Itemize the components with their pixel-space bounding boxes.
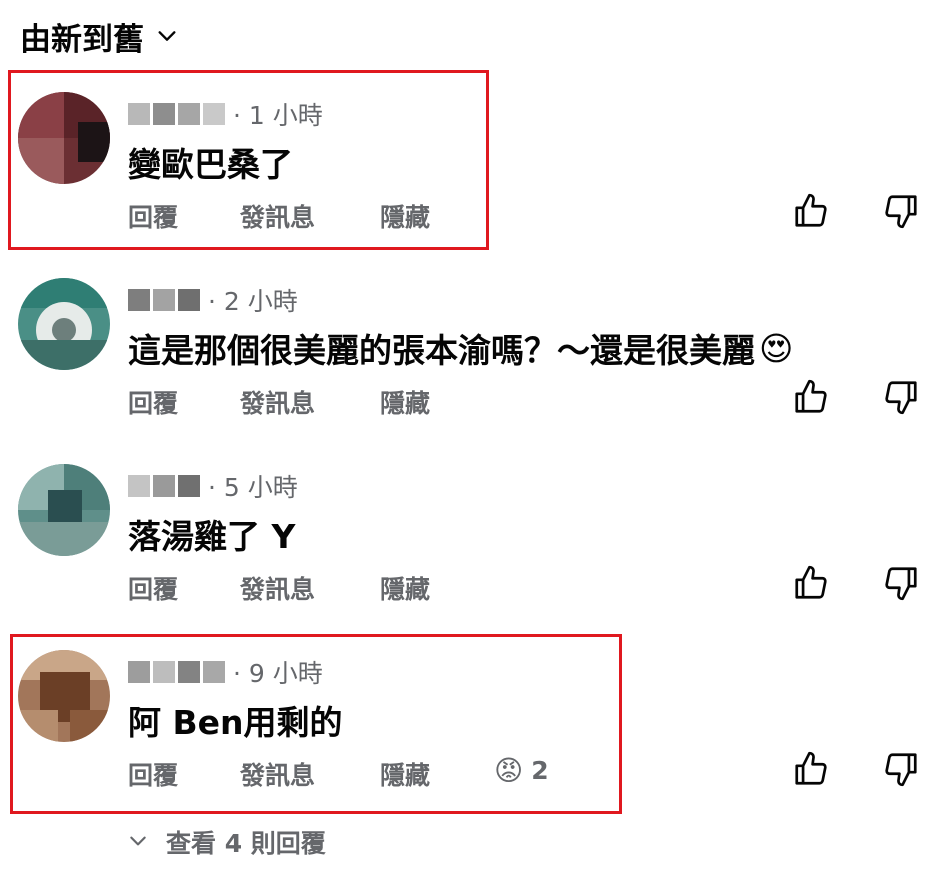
commenter-name-blurred[interactable] — [128, 661, 225, 683]
chevron-down-icon — [128, 828, 148, 857]
avatar[interactable] — [18, 464, 110, 556]
comment-item: · 5 小時 落湯雞了 Y 回覆 發訊息 隱藏 — [0, 444, 946, 624]
commenter-name-blurred[interactable] — [128, 475, 200, 497]
hide-button[interactable]: 隱藏 — [380, 570, 430, 606]
comment-time: · 1 小時 — [233, 101, 323, 130]
commenter-name-blurred[interactable] — [128, 289, 200, 311]
reply-button[interactable]: 回覆 — [128, 756, 178, 792]
thumbs-up-icon[interactable] — [792, 192, 830, 230]
commenter-name-blurred[interactable] — [128, 103, 225, 125]
comment-text: 變歐巴桑了 — [128, 145, 293, 184]
thumbs-up-icon[interactable] — [792, 750, 830, 788]
message-button[interactable]: 發訊息 — [240, 756, 315, 792]
comment-item: · 2 小時 這是那個很美麗的張本渝嗎？～還是很美麗 😍 回覆 發訊息 隱藏 — [0, 258, 946, 438]
comment-time: · 2 小時 — [208, 287, 298, 316]
angry-reaction-icon: 😡 — [494, 754, 524, 787]
comment-text: 落湯雞了 Y — [128, 517, 296, 556]
reply-button[interactable]: 回覆 — [128, 570, 178, 606]
thumbs-down-icon[interactable] — [882, 192, 920, 230]
avatar[interactable] — [18, 650, 110, 742]
comment-text: 這是那個很美麗的張本渝嗎？～還是很美麗 — [128, 331, 755, 370]
message-button[interactable]: 發訊息 — [240, 198, 315, 234]
heart-eyes-emoji: 😍 — [759, 328, 794, 368]
comment-text: 阿 Ben用剩的 — [128, 703, 343, 742]
thumbs-down-icon[interactable] — [882, 378, 920, 416]
reaction-summary[interactable]: 😡 2 — [494, 754, 549, 787]
hide-button[interactable]: 隱藏 — [380, 198, 430, 234]
message-button[interactable]: 發訊息 — [240, 570, 315, 606]
thumbs-down-icon[interactable] — [882, 750, 920, 788]
thumbs-down-icon[interactable] — [882, 564, 920, 602]
view-replies-button[interactable]: 查看 4 則回覆 — [128, 824, 326, 860]
chevron-down-icon — [156, 19, 178, 55]
view-replies-label: 查看 4 則回覆 — [166, 829, 326, 858]
comment-time: · 5 小時 — [208, 473, 298, 502]
avatar[interactable] — [18, 278, 110, 370]
sort-dropdown[interactable]: 由新到舊 — [20, 14, 178, 59]
thumbs-up-icon[interactable] — [792, 378, 830, 416]
reply-button[interactable]: 回覆 — [128, 198, 178, 234]
hide-button[interactable]: 隱藏 — [380, 756, 430, 792]
comment-time: · 9 小時 — [233, 659, 323, 688]
reply-button[interactable]: 回覆 — [128, 384, 178, 420]
reaction-count: 2 — [531, 756, 549, 785]
hide-button[interactable]: 隱藏 — [380, 384, 430, 420]
sort-label: 由新到舊 — [20, 22, 144, 58]
avatar[interactable] — [18, 92, 110, 184]
message-button[interactable]: 發訊息 — [240, 384, 315, 420]
comment-body: 這是那個很美麗的張本渝嗎？～還是很美麗 😍 — [128, 324, 793, 372]
comment-item: · 1 小時 變歐巴桑了 回覆 發訊息 隱藏 — [0, 72, 946, 252]
comment-item: · 9 小時 阿 Ben用剩的 回覆 發訊息 隱藏 😡 2 — [0, 630, 946, 810]
thumbs-up-icon[interactable] — [792, 564, 830, 602]
